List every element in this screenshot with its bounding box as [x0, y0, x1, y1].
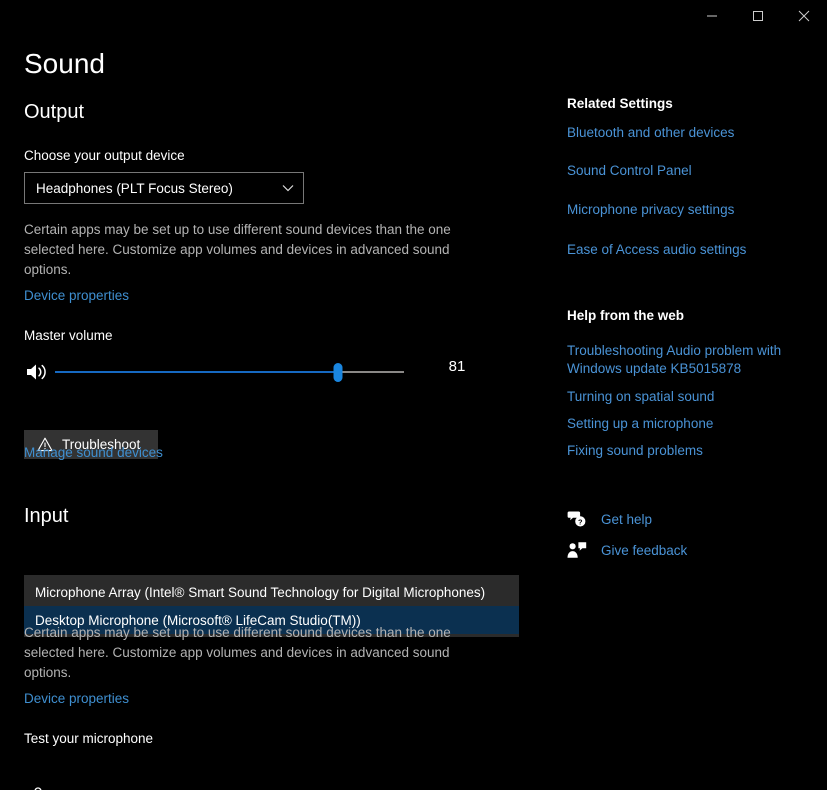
input-section-heading: Input [24, 505, 69, 527]
output-device-properties-link[interactable]: Device properties [24, 288, 129, 303]
get-help-label: Get help [601, 511, 653, 527]
help-bubble-icon: ? [567, 510, 589, 528]
related-settings-heading: Related Settings [567, 96, 673, 111]
help-link-troubleshooting-audio-problem[interactable]: Troubleshooting Audio problem with Windo… [567, 342, 807, 378]
close-icon [798, 10, 810, 22]
give-feedback-label: Give feedback [601, 542, 688, 558]
test-microphone-label: Test your microphone [24, 731, 154, 746]
maximize-button[interactable] [735, 0, 781, 32]
svg-text:?: ? [578, 517, 583, 526]
master-volume-slider[interactable] [55, 360, 404, 384]
volume-slider-fill [55, 371, 338, 373]
output-device-selected-value: Headphones (PLT Focus Stereo) [36, 180, 233, 196]
related-link-ease-of-access-audio-settings[interactable]: Ease of Access audio settings [567, 241, 817, 259]
microphone-icon [28, 786, 48, 790]
input-device-properties-link[interactable]: Device properties [24, 691, 129, 706]
page-title: Sound [24, 48, 105, 79]
give-feedback-link[interactable]: Give feedback [567, 541, 687, 559]
output-section-heading: Output [24, 101, 85, 123]
speaker-volume-icon[interactable] [24, 360, 50, 384]
test-microphone-row [24, 784, 484, 790]
list-item[interactable]: Microphone Array (Intel® Smart Sound Tec… [24, 578, 519, 606]
related-link-microphone-privacy-settings[interactable]: Microphone privacy settings [567, 201, 817, 219]
minimize-button[interactable] [689, 0, 735, 32]
settings-main-pane: Sound Output Choose your output device H… [0, 32, 545, 790]
master-volume-row: 81 [24, 352, 474, 392]
chevron-down-icon [273, 184, 303, 192]
help-from-web-heading: Help from the web [567, 308, 685, 323]
help-link-setting-up-a-microphone[interactable]: Setting up a microphone [567, 415, 817, 433]
volume-slider-thumb[interactable] [333, 363, 343, 382]
help-link-turning-on-spatial-sound[interactable]: Turning on spatial sound [567, 388, 817, 406]
close-button[interactable] [781, 0, 827, 32]
output-section-note: Certain apps may be set up to use differ… [24, 222, 451, 277]
output-device-select[interactable]: Headphones (PLT Focus Stereo) [24, 172, 304, 204]
feedback-person-icon [567, 541, 589, 559]
window-title-bar [0, 0, 827, 32]
output-device-label: Choose your output device [24, 148, 185, 163]
minimize-icon [706, 10, 718, 22]
manage-sound-devices-link[interactable]: Manage sound devices [24, 445, 163, 460]
maximize-icon [752, 10, 764, 22]
related-link-bluetooth-and-other-devices[interactable]: Bluetooth and other devices [567, 124, 817, 142]
input-section-note: Certain apps may be set up to use differ… [24, 625, 451, 680]
get-help-link[interactable]: ? Get help [567, 510, 652, 528]
related-link-sound-control-panel[interactable]: Sound Control Panel [567, 162, 817, 180]
master-volume-value: 81 [448, 358, 466, 375]
help-link-fixing-sound-problems[interactable]: Fixing sound problems [567, 442, 817, 460]
settings-side-pane: Related Settings Bluetooth and other dev… [567, 32, 827, 790]
master-volume-label: Master volume [24, 328, 113, 343]
